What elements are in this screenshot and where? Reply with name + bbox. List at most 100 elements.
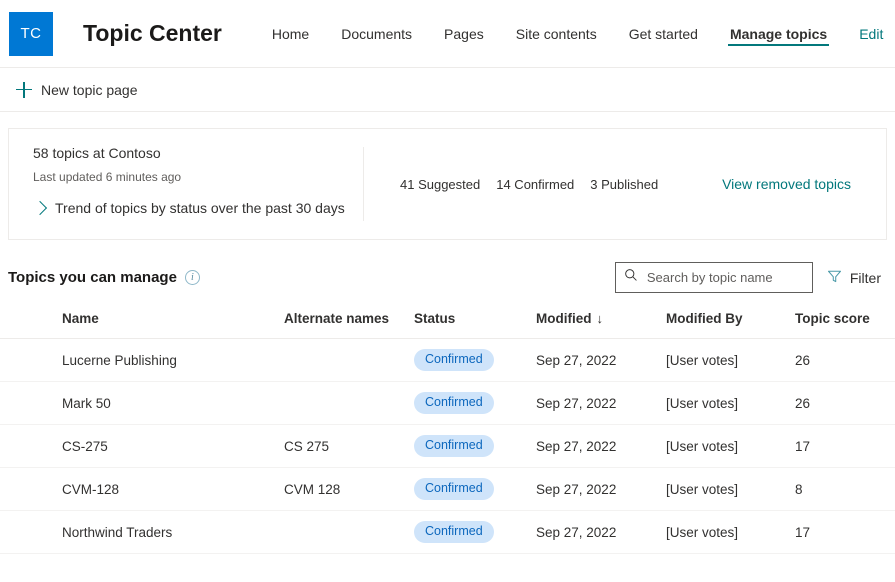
cell-modified-by: [User votes] — [666, 338, 795, 382]
cell-topic-score: 17 — [795, 510, 895, 554]
info-icon[interactable]: i — [184, 270, 200, 285]
cell-alternate-names: CS 275 — [284, 424, 414, 468]
search-box[interactable] — [614, 262, 813, 293]
table-row[interactable]: CVM-128 CVM 128 Confirmed Sep 27, 2022 [… — [0, 467, 895, 511]
row-spacer — [0, 381, 62, 425]
cell-name[interactable]: CS-275 — [62, 424, 284, 468]
nav-item-edit[interactable]: Edit — [843, 0, 895, 68]
nav-item-label: Pages — [444, 25, 484, 42]
cell-topic-score: 26 — [795, 381, 895, 425]
nav-item-manage-topics[interactable]: Manage topics — [714, 0, 843, 68]
nav-item-get-started[interactable]: Get started — [613, 0, 714, 68]
view-removed-topics-link[interactable]: View removed topics — [722, 176, 851, 192]
trend-label: Trend of topics by status over the past … — [55, 200, 345, 216]
stat-confirmed: 14 Confirmed — [496, 176, 575, 192]
nav-item-site-contents[interactable]: Site contents — [500, 0, 613, 68]
table-row[interactable]: CS-275 CS 275 Confirmed Sep 27, 2022 [Us… — [0, 424, 895, 468]
row-spacer — [0, 424, 62, 468]
status-badge: Confirmed — [414, 392, 494, 414]
site-header: TC Topic Center Home Documents Pages Sit… — [0, 0, 895, 68]
stat-published: 3 Published — [590, 176, 659, 192]
cell-name[interactable]: Lucerne Publishing — [62, 338, 284, 382]
nav-item-label: Home — [271, 25, 310, 42]
table-row[interactable]: Lucerne Publishing Confirmed Sep 27, 202… — [0, 338, 895, 382]
cell-modified-by: [User votes] — [666, 467, 795, 511]
cell-status: Confirmed — [414, 467, 536, 511]
cell-topic-score: 8 — [795, 467, 895, 511]
site-logo[interactable]: TC — [9, 11, 53, 56]
list-tools: Filter — [614, 262, 887, 293]
status-badge: Confirmed — [414, 349, 494, 371]
nav-item-label: Site contents — [515, 25, 597, 42]
cell-name[interactable]: CVM-128 — [62, 467, 284, 511]
cell-alternate-names: CVM 128 — [284, 467, 414, 511]
filter-button[interactable]: Filter — [827, 269, 887, 287]
stat-suggested: 41 Suggested — [400, 176, 481, 192]
list-title-wrap: Topics you can manage i — [8, 269, 200, 286]
column-header-modified[interactable]: Modified ↓ — [536, 305, 666, 339]
site-logo-initials: TC — [20, 25, 42, 42]
nav-item-documents[interactable]: Documents — [325, 0, 428, 68]
cell-alternate-names — [284, 381, 414, 425]
column-header-modified-label: Modified — [536, 311, 592, 326]
cell-modified: Sep 27, 2022 — [536, 381, 666, 425]
cell-modified: Sep 27, 2022 — [536, 338, 666, 382]
cell-status: Confirmed — [414, 510, 536, 554]
cell-name[interactable]: Northwind Traders — [62, 510, 284, 554]
status-badge: Confirmed — [414, 435, 494, 457]
new-topic-page-button[interactable]: New topic page — [8, 72, 146, 108]
cell-modified: Sep 27, 2022 — [536, 510, 666, 554]
table-body: Lucerne Publishing Confirmed Sep 27, 202… — [0, 338, 895, 554]
page-body: 58 topics at Contoso Last updated 6 minu… — [0, 128, 895, 554]
cell-modified: Sep 27, 2022 — [536, 424, 666, 468]
table-row[interactable]: Northwind Traders Confirmed Sep 27, 2022… — [0, 510, 895, 554]
nav-item-label: Documents — [341, 25, 413, 42]
cell-modified-by: [User votes] — [666, 510, 795, 554]
column-header-modified-by[interactable]: Modified By — [666, 305, 795, 339]
column-header-alternate-names[interactable]: Alternate names — [284, 305, 414, 339]
nav-item-label: Get started — [628, 25, 698, 42]
table-header-row: Name Alternate names Status Modified ↓ Mo… — [0, 305, 895, 339]
table-header-spacer — [0, 305, 62, 339]
column-header-status[interactable]: Status — [414, 305, 536, 339]
topic-count-text: 58 topics at Contoso — [33, 145, 161, 161]
nav-item-label: Manage topics — [729, 25, 828, 42]
table-row[interactable]: Mark 50 Confirmed Sep 27, 2022 [User vot… — [0, 381, 895, 425]
cell-topic-score: 17 — [795, 424, 895, 468]
cell-topic-score: 26 — [795, 338, 895, 382]
cell-status: Confirmed — [414, 381, 536, 425]
cell-name[interactable]: Mark 50 — [62, 381, 284, 425]
command-bar: New topic page — [0, 68, 895, 112]
chevron-right-icon — [32, 200, 48, 216]
sort-descending-icon: ↓ — [596, 311, 604, 326]
last-updated-text: Last updated 6 minutes ago — [33, 170, 182, 184]
summary-left-section: 58 topics at Contoso Last updated 6 minu… — [9, 129, 363, 239]
nav-item-label: Edit — [859, 25, 884, 42]
status-badge: Confirmed — [414, 521, 494, 543]
nav-item-home[interactable]: Home — [256, 0, 325, 68]
cell-status: Confirmed — [414, 424, 536, 468]
cell-modified: Sep 27, 2022 — [536, 467, 666, 511]
search-input[interactable] — [646, 270, 804, 285]
row-spacer — [0, 510, 62, 554]
row-spacer — [0, 338, 62, 382]
summary-right-section: View removed topics — [722, 129, 886, 239]
cell-alternate-names — [284, 338, 414, 382]
nav-item-pages[interactable]: Pages — [428, 0, 500, 68]
column-header-topic-score[interactable]: Topic score — [795, 305, 895, 339]
trend-expander[interactable]: Trend of topics by status over the past … — [32, 200, 363, 216]
new-topic-page-label: New topic page — [41, 81, 138, 98]
filter-icon — [827, 269, 842, 287]
column-header-name[interactable]: Name — [62, 305, 284, 339]
status-badge: Confirmed — [414, 478, 494, 500]
row-spacer — [0, 467, 62, 511]
cell-modified-by: [User votes] — [666, 381, 795, 425]
topics-list-header: Topics you can manage i Fil — [0, 240, 895, 293]
page-title: Topic Center — [83, 20, 222, 46]
filter-label: Filter — [849, 269, 881, 286]
topics-list-title: Topics you can manage — [8, 269, 177, 286]
topics-table: Name Alternate names Status Modified ↓ Mo… — [0, 305, 895, 554]
cell-alternate-names — [284, 510, 414, 554]
cell-modified-by: [User votes] — [666, 424, 795, 468]
site-navigation: Home Documents Pages Site contents Get s… — [256, 0, 895, 68]
